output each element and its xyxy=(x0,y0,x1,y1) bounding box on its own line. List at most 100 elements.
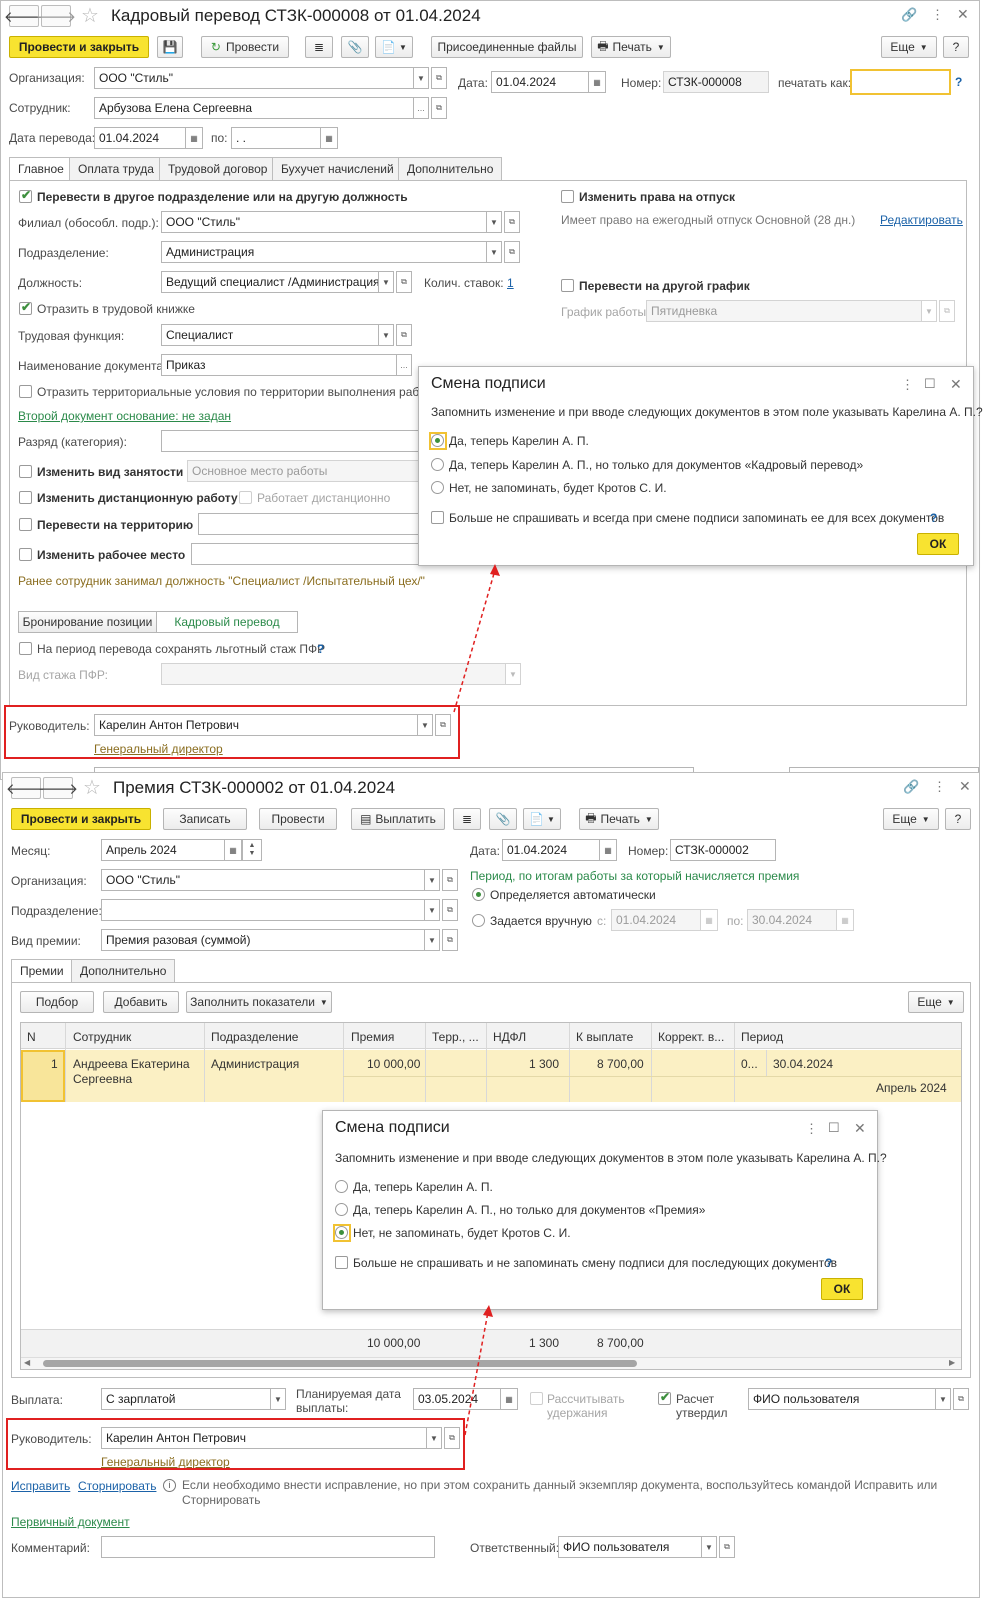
transfer-button[interactable]: Кадровый перевод xyxy=(156,611,298,633)
calc-retention-checkbox[interactable] xyxy=(530,1392,543,1405)
grid-more-button[interactable]: Еще ▼ xyxy=(908,991,964,1013)
dept-dropdown-button[interactable]: ▼ xyxy=(486,241,502,263)
save-icon[interactable]: 💾 xyxy=(157,36,183,58)
func-dropdown-button[interactable]: ▼ xyxy=(378,324,394,346)
rank-field[interactable] xyxy=(161,430,461,452)
date-field[interactable]: 01.04.2024 xyxy=(491,71,589,93)
func-open-icon[interactable]: ⧉ xyxy=(396,324,412,346)
primary-doc-link[interactable]: Первичный документ xyxy=(11,1515,130,1529)
post-and-close-button[interactable]: Провести и закрыть xyxy=(9,36,149,58)
help-question-icon[interactable]: ? xyxy=(317,642,324,656)
branch-open-icon[interactable]: ⧉ xyxy=(504,211,520,233)
dont-ask-checkbox[interactable] xyxy=(335,1256,348,1269)
employee-select-button[interactable]: … xyxy=(413,97,429,119)
help-question-icon[interactable]: ? xyxy=(825,1256,832,1270)
print-button[interactable]: 🖶 Печать ▼ xyxy=(579,808,659,830)
period-from-field[interactable]: 01.04.2024 xyxy=(611,909,701,931)
more-vert-icon[interactable]: ⋮ xyxy=(931,7,944,23)
attach-icon[interactable]: 📎 xyxy=(489,808,517,830)
bonus-type-dropdown-button[interactable]: ▼ xyxy=(424,929,440,951)
dept-field[interactable] xyxy=(101,899,425,921)
calendar-icon[interactable]: ▦ xyxy=(185,127,203,149)
position-field[interactable]: Ведущий специалист /Администрация/ xyxy=(161,271,379,293)
dept-open-icon[interactable]: ⧉ xyxy=(504,241,520,263)
col-header-dept[interactable]: Подразделение xyxy=(211,1030,298,1044)
edit-vacation-link[interactable]: Редактировать xyxy=(880,213,963,227)
forward-button[interactable]: 🡒 xyxy=(38,777,78,799)
more-vert-icon[interactable]: ⋮ xyxy=(933,779,946,795)
schedule-field[interactable]: Пятидневка xyxy=(646,300,922,322)
remote-value-checkbox[interactable] xyxy=(239,491,252,504)
help-button[interactable]: ? xyxy=(945,808,971,830)
ok-button[interactable]: ОК xyxy=(917,533,959,555)
calendar-icon[interactable]: ▦ xyxy=(320,127,338,149)
month-field[interactable]: Апрель 2024 xyxy=(101,839,225,861)
org-open-icon[interactable]: ⧉ xyxy=(431,67,447,89)
link-icon[interactable]: 🔗 xyxy=(901,7,917,23)
bonus-type-field[interactable]: Премия разовая (суммой) xyxy=(101,929,425,951)
add-button[interactable]: Добавить xyxy=(103,991,179,1013)
back-button[interactable]: 🡐 xyxy=(4,5,44,27)
attach-icon[interactable]: 📎 xyxy=(341,36,369,58)
remote-checkbox[interactable] xyxy=(19,491,32,504)
territory-conditions-checkbox[interactable] xyxy=(19,385,32,398)
scrollbar-thumb[interactable] xyxy=(43,1360,637,1367)
help-button[interactable]: ? xyxy=(943,36,969,58)
help-question-icon[interactable]: ? xyxy=(955,75,962,89)
month-stepper[interactable]: ▲ ▼ xyxy=(242,839,262,861)
dept-field[interactable]: Администрация xyxy=(161,241,487,263)
option-yes-radio[interactable] xyxy=(431,434,444,447)
maximize-icon[interactable]: ☐ xyxy=(828,1120,840,1136)
pay-button[interactable]: ▤ Выплатить xyxy=(351,808,445,830)
option-yes-only-radio[interactable] xyxy=(431,458,444,471)
workbook-checkbox[interactable] xyxy=(19,300,32,315)
employee-open-icon[interactable]: ⧉ xyxy=(431,97,447,119)
link-icon[interactable]: 🔗 xyxy=(903,779,919,795)
position-open-icon[interactable]: ⧉ xyxy=(396,271,412,293)
workplace-checkbox[interactable] xyxy=(19,548,32,561)
print-as-field[interactable] xyxy=(850,69,951,95)
responsible-field[interactable]: ФИО пользователя xyxy=(558,1536,702,1558)
calendar-icon[interactable]: ▦ xyxy=(224,839,242,861)
col-header-ndfl[interactable]: НДФЛ xyxy=(493,1030,526,1044)
pfr-checkbox[interactable] xyxy=(19,642,32,655)
territory-checkbox[interactable] xyxy=(19,518,32,531)
close-icon[interactable]: ✕ xyxy=(957,6,969,23)
calc-approved-checkbox[interactable] xyxy=(658,1390,671,1405)
responsible-open-icon[interactable]: ⧉ xyxy=(719,1536,735,1558)
print-button[interactable]: 🖶 Печать ▼ xyxy=(591,36,671,58)
org-dropdown-button[interactable]: ▼ xyxy=(424,869,440,891)
dept-open-icon[interactable]: ⧉ xyxy=(442,899,458,921)
favorite-star-icon[interactable]: ☆ xyxy=(81,3,99,28)
tab-payment[interactable]: Оплата труда xyxy=(69,157,163,181)
col-header-employee[interactable]: Сотрудник xyxy=(73,1030,131,1044)
approved-by-open-icon[interactable]: ⧉ xyxy=(953,1388,969,1410)
schedule-open-icon[interactable]: ⧉ xyxy=(939,300,955,322)
fill-indicators-button[interactable]: Заполнить показатели ▼ xyxy=(186,991,332,1013)
col-header-to-pay[interactable]: К выплате xyxy=(576,1030,633,1044)
forward-button[interactable]: 🡒 xyxy=(36,5,76,27)
org-dropdown-button[interactable]: ▼ xyxy=(413,67,429,89)
vacation-checkbox[interactable] xyxy=(561,190,574,203)
scroll-right-arrow[interactable]: ▶ xyxy=(949,1358,955,1367)
option-no-radio[interactable] xyxy=(335,1226,348,1239)
dept-dropdown-button[interactable]: ▼ xyxy=(424,899,440,921)
back-button[interactable]: 🡐 xyxy=(6,777,46,799)
tab-labor-contract[interactable]: Трудовой договор xyxy=(159,157,277,181)
payment-field[interactable]: С зарплатой xyxy=(101,1388,271,1410)
tab-bonuses[interactable]: Премии xyxy=(11,959,73,983)
responsible-dropdown-button[interactable]: ▼ xyxy=(701,1536,717,1558)
branch-dropdown-button[interactable]: ▼ xyxy=(486,211,502,233)
col-header-correction[interactable]: Коррект. в... xyxy=(658,1030,724,1044)
comment-field[interactable] xyxy=(101,1536,435,1558)
period-to-field[interactable]: 30.04.2024 xyxy=(747,909,837,931)
col-header-n[interactable]: N xyxy=(27,1030,36,1044)
calendar-icon[interactable]: ▦ xyxy=(599,839,617,861)
branch-field[interactable]: ООО "Стиль" xyxy=(161,211,487,233)
approved-by-dropdown-button[interactable]: ▼ xyxy=(935,1388,951,1410)
favorite-star-icon[interactable]: ☆ xyxy=(83,775,101,800)
position-dropdown-button[interactable]: ▼ xyxy=(378,271,394,293)
more-vert-icon[interactable]: ⋮ xyxy=(901,377,914,393)
transfer-date-field[interactable]: 01.04.2024 xyxy=(94,127,186,149)
transfer-checkbox[interactable] xyxy=(19,188,32,203)
